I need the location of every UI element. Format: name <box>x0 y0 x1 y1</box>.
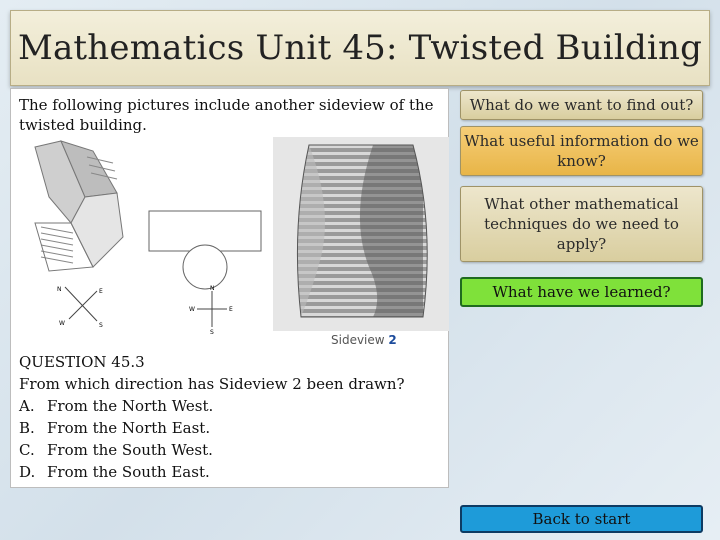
compass-rotated-icon: N E S W <box>57 286 103 329</box>
option-letter: D. <box>19 463 36 481</box>
option-text: From the South East. <box>47 463 210 481</box>
content-panel: The following pictures include another s… <box>10 88 449 488</box>
compass-e-label: E <box>229 306 233 313</box>
intro-text: The following pictures include another s… <box>19 96 434 134</box>
answer-option: D. From the South East. <box>19 461 439 483</box>
compass-s-label: S <box>99 322 103 329</box>
option-letter: C. <box>19 441 35 459</box>
compass-w-label: W <box>189 306 195 313</box>
option-text: From the North West. <box>47 397 214 415</box>
find-out-button[interactable]: What do we want to find out? <box>460 90 703 120</box>
answer-option: A. From the North West. <box>19 395 439 417</box>
option-text: From the North East. <box>47 419 211 437</box>
option-text: From the South West. <box>47 441 213 459</box>
question-prompt: From which direction has Sideview 2 been… <box>19 375 405 393</box>
compass-e-label: E <box>99 288 103 295</box>
option-letter: A. <box>19 397 35 415</box>
sideview-caption-word: Sideview <box>331 333 385 347</box>
compass-upright-icon: N E S W <box>189 285 233 335</box>
compass-n-label: N <box>210 285 215 292</box>
title-bar: Mathematics Unit 45: Twisted Building <box>10 10 710 86</box>
compass-s-label: S <box>210 329 214 335</box>
top-view-image <box>148 210 262 290</box>
answer-option: B. From the North East. <box>19 417 439 439</box>
techniques-button[interactable]: What other mathematical techniques do we… <box>460 186 703 262</box>
compass-w-label: W <box>59 320 65 327</box>
page-title: Mathematics Unit 45: Twisted Building <box>17 28 703 68</box>
question-block: QUESTION 45.3 From which direction has S… <box>19 351 439 483</box>
sideview-2-image <box>273 137 449 331</box>
back-to-start-button[interactable]: Back to start <box>460 505 703 533</box>
sideview-caption-number: 2 <box>388 333 397 347</box>
question-heading: QUESTION 45.3 <box>19 353 145 371</box>
learned-button[interactable]: What have we learned? <box>460 277 703 307</box>
option-letter: B. <box>19 419 35 437</box>
sideview-caption: Sideview 2 <box>331 333 397 347</box>
answer-option: C. From the South West. <box>19 439 439 461</box>
compass-n-label: N <box>57 286 62 293</box>
useful-info-button[interactable]: What useful information do we know? <box>460 126 703 176</box>
building-3d-image <box>34 140 124 272</box>
